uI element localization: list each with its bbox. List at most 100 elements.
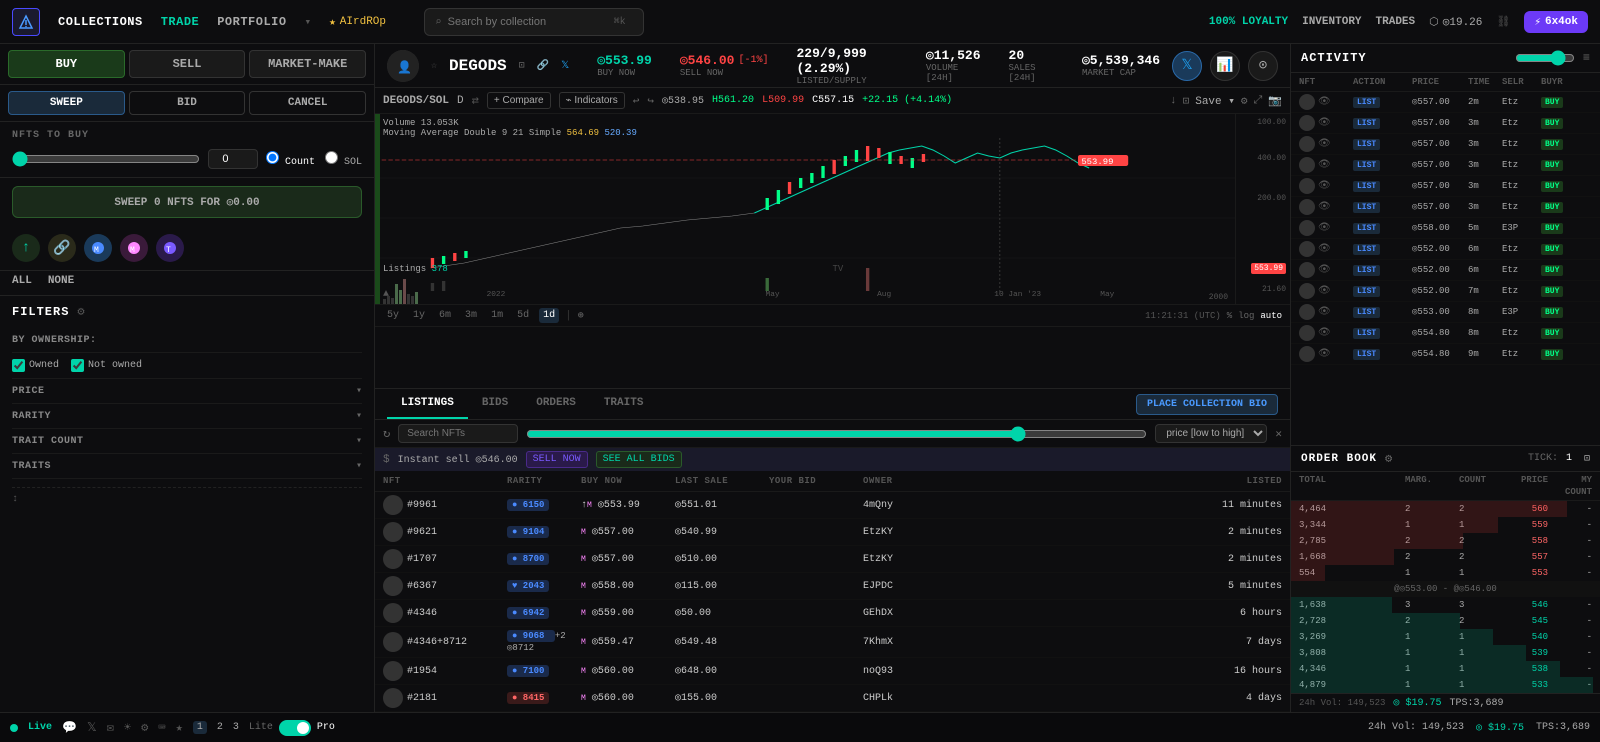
upload-icon[interactable]: ↑ bbox=[12, 234, 40, 262]
tf-5d[interactable]: 5d bbox=[513, 308, 533, 323]
message-icon[interactable]: ✉ bbox=[107, 720, 114, 735]
orders-tab[interactable]: ORDERS bbox=[522, 389, 590, 419]
market-make-tab[interactable]: MARKET-MAKE bbox=[249, 50, 366, 78]
filter-settings-icon[interactable]: ⚙ bbox=[77, 304, 84, 319]
act-buyer-badge[interactable]: BUY bbox=[1541, 307, 1563, 318]
expand-icon[interactable]: ⊡ bbox=[1183, 94, 1190, 108]
tf-6m[interactable]: 6m bbox=[435, 308, 455, 323]
screenshot-icon[interactable]: 📷 bbox=[1268, 94, 1282, 108]
bids-tab[interactable]: BIDS bbox=[468, 389, 522, 419]
activity-row[interactable]: 👁 LIST ◎558.00 5m E3P BUY bbox=[1291, 218, 1600, 239]
search-input[interactable] bbox=[448, 16, 608, 28]
search-nft-input[interactable] bbox=[398, 424, 518, 443]
listing-row[interactable]: #9621 ● 9104 M ◎557.00 ◎540.99 EtzKY 2 m… bbox=[375, 519, 1290, 546]
ob-bid-row[interactable]: 4,346 1 1 538 - bbox=[1291, 661, 1600, 677]
act-buyer-badge[interactable]: BUY bbox=[1541, 244, 1563, 255]
ob-ask-row[interactable]: 4,464 2 2 560 - bbox=[1291, 501, 1600, 517]
sweep-nfts-button[interactable]: SWEEP 0 NFTS FOR ◎0.00 bbox=[12, 186, 362, 218]
expand-filters[interactable]: ↕ bbox=[12, 494, 362, 505]
tf-sync-icon[interactable]: ⊕ bbox=[578, 310, 584, 322]
count-radio[interactable]: Count bbox=[266, 151, 315, 168]
nft-count-slider[interactable] bbox=[12, 151, 200, 167]
listing-row[interactable]: #6367 ♥ 2043 M ◎558.00 ◎115.00 EJPDC 5 m… bbox=[375, 573, 1290, 600]
listing-row[interactable]: #9961 ● 6150 ↑M ◎553.99 ◎551.01 4mQny 11… bbox=[375, 492, 1290, 519]
nav-collections[interactable]: COLLECTIONS bbox=[58, 15, 143, 29]
ob-bid-row[interactable]: 1,638 3 3 546 - bbox=[1291, 597, 1600, 613]
act-eye-icon[interactable]: 👁 bbox=[1318, 222, 1331, 234]
chat-icon[interactable]: 💬 bbox=[62, 720, 77, 735]
traits-filter-row[interactable]: TRAITS ▾ bbox=[12, 454, 362, 479]
ob-ask-row[interactable]: 3,344 1 1 559 - bbox=[1291, 517, 1600, 533]
rarity-filter-row[interactable]: RARITY ▾ bbox=[12, 404, 362, 429]
indicators-btn[interactable]: ⌁ Indicators bbox=[559, 92, 625, 109]
twitter-action-btn[interactable]: 𝕏 bbox=[1172, 51, 1202, 81]
listings-tab[interactable]: LISTINGS bbox=[387, 389, 468, 419]
fullscreen-icon[interactable]: ⤢ bbox=[1253, 95, 1262, 107]
tf-1d[interactable]: 1d bbox=[539, 308, 559, 323]
activity-row[interactable]: 👁 LIST ◎557.00 3m Etz BUY bbox=[1291, 176, 1600, 197]
ob-ask-row[interactable]: 2,785 2 2 558 - bbox=[1291, 533, 1600, 549]
tf-1y[interactable]: 1y bbox=[409, 308, 429, 323]
listing-row[interactable]: #2181 ● 8415 M ◎560.00 ◎155.00 CHPLk 4 d… bbox=[375, 685, 1290, 712]
ob-bid-row[interactable]: 3,269 1 1 540 - bbox=[1291, 629, 1600, 645]
star-bottom-icon[interactable]: ★ bbox=[176, 720, 183, 735]
activity-row[interactable]: 👁 LIST ◎557.00 2m Etz BUY bbox=[1291, 92, 1600, 113]
bell-icon[interactable]: ☀ bbox=[124, 720, 131, 735]
activity-row[interactable]: 👁 LIST ◎557.00 3m Etz BUY bbox=[1291, 113, 1600, 134]
tab-2-btn[interactable]: 2 bbox=[217, 722, 223, 733]
listing-row[interactable]: #4346+8712 ● 9068 +2 ◎8712 M ◎559.47 ◎54… bbox=[375, 627, 1290, 658]
price-filter-row[interactable]: PRICE ▾ bbox=[12, 379, 362, 404]
ob-bid-row[interactable]: 2,728 2 2 545 - bbox=[1291, 613, 1600, 629]
pink-icon[interactable]: M bbox=[120, 234, 148, 262]
all-button[interactable]: ALL bbox=[12, 275, 32, 287]
blue-circle-icon[interactable]: M bbox=[84, 234, 112, 262]
act-buyer-badge[interactable]: BUY bbox=[1541, 97, 1563, 108]
twitter-icon[interactable]: 𝕏 bbox=[561, 60, 569, 72]
ob-bid-row[interactable]: 3,808 1 1 539 - bbox=[1291, 645, 1600, 661]
save-btn[interactable]: Save ▾ bbox=[1195, 94, 1235, 108]
chart-settings-icon[interactable]: ⚙ bbox=[1241, 94, 1248, 108]
place-bio-button[interactable]: PLACE COLLECTION BIO bbox=[1136, 394, 1278, 415]
activity-row[interactable]: 👁 LIST ◎554.80 9m Etz BUY bbox=[1291, 344, 1600, 365]
tick-stepper[interactable]: ⊡ bbox=[1584, 453, 1590, 465]
chart-expand-btn[interactable]: ▲ bbox=[383, 289, 389, 300]
owned-checkbox[interactable]: Owned bbox=[12, 359, 59, 372]
tf-5y[interactable]: 5y bbox=[383, 308, 403, 323]
activity-row[interactable]: 👁 LIST ◎557.00 3m Etz BUY bbox=[1291, 197, 1600, 218]
listing-row[interactable]: #1954 ● 7100 M ◎560.00 ◎648.00 noQ93 16 … bbox=[375, 658, 1290, 685]
act-eye-icon[interactable]: 👁 bbox=[1318, 327, 1331, 339]
twitter-bottom-icon[interactable]: 𝕏 bbox=[87, 720, 97, 735]
copy-icon[interactable]: ⊡ bbox=[519, 60, 525, 72]
ob-ask-row[interactable]: 554 1 1 553 - bbox=[1291, 565, 1600, 581]
buy-tab[interactable]: BUY bbox=[8, 50, 125, 78]
act-eye-icon[interactable]: 👁 bbox=[1318, 159, 1331, 171]
act-eye-icon[interactable]: 👁 bbox=[1318, 285, 1331, 297]
act-eye-icon[interactable]: 👁 bbox=[1318, 117, 1331, 129]
act-buyer-badge[interactable]: BUY bbox=[1541, 265, 1563, 276]
download-icon[interactable]: ↓ bbox=[1170, 95, 1177, 107]
act-buyer-badge[interactable]: BUY bbox=[1541, 181, 1563, 192]
trait-count-filter-row[interactable]: TRAIT COUNT ▾ bbox=[12, 429, 362, 454]
act-eye-icon[interactable]: 👁 bbox=[1318, 264, 1331, 276]
nft-count-input[interactable] bbox=[208, 149, 258, 169]
price-sort-select[interactable]: price [low to high] bbox=[1155, 424, 1267, 443]
settings-bottom-icon[interactable]: ⚙ bbox=[141, 720, 148, 735]
act-eye-icon[interactable]: 👁 bbox=[1318, 348, 1331, 360]
act-eye-icon[interactable]: 👁 bbox=[1318, 180, 1331, 192]
nav-inventory[interactable]: INVENTORY bbox=[1302, 16, 1361, 28]
price-range-slider[interactable] bbox=[526, 426, 1147, 442]
act-eye-icon[interactable]: 👁 bbox=[1318, 306, 1331, 318]
nav-trade[interactable]: TRADE bbox=[161, 15, 200, 29]
nav-airdrop[interactable]: ★ AIrdROp bbox=[329, 15, 386, 29]
logo[interactable] bbox=[12, 8, 40, 36]
activity-filter-icon[interactable]: ≡ bbox=[1583, 51, 1590, 65]
purple-icon[interactable]: T bbox=[156, 234, 184, 262]
chart-swap-icon[interactable]: ⇄ bbox=[472, 93, 479, 108]
act-eye-icon[interactable]: 👁 bbox=[1318, 201, 1331, 213]
act-eye-icon[interactable]: 👁 bbox=[1318, 243, 1331, 255]
undo-icon[interactable]: ↩ bbox=[633, 94, 640, 108]
listing-row[interactable]: #4346 ● 6942 M ◎559.00 ◎50.00 GEhDX 6 ho… bbox=[375, 600, 1290, 627]
act-buyer-badge[interactable]: BUY bbox=[1541, 139, 1563, 150]
tf-1m[interactable]: 1m bbox=[487, 308, 507, 323]
sol-radio[interactable]: SOL bbox=[325, 151, 362, 168]
